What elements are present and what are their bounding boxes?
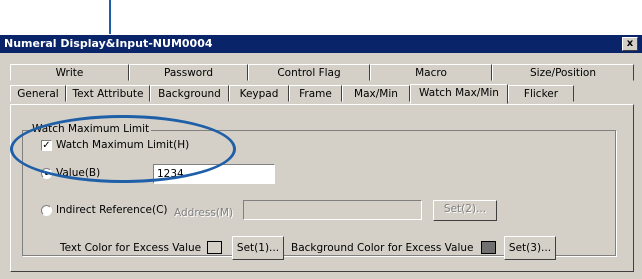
tab-max-min[interactable]: Max/Min bbox=[342, 85, 410, 102]
close-button[interactable]: x bbox=[622, 37, 638, 51]
tab-flicker[interactable]: Flicker bbox=[508, 85, 574, 102]
address-input[interactable] bbox=[243, 200, 422, 220]
tab-size-position[interactable]: Size/Position bbox=[492, 64, 634, 81]
tab-general[interactable]: General bbox=[10, 85, 66, 102]
set-background-color-button[interactable]: Set(3)... bbox=[504, 236, 556, 260]
group-title: Watch Maximum Limit bbox=[30, 123, 152, 135]
tab-watch-max-min[interactable]: Watch Max/Min bbox=[410, 84, 508, 104]
value-radio-label: Value(B) bbox=[56, 167, 101, 179]
tab-macro[interactable]: Macro bbox=[370, 64, 492, 81]
tab-background[interactable]: Background bbox=[150, 85, 229, 102]
title-bar[interactable]: Numeral Display&Input-NUM0004 x bbox=[0, 35, 642, 53]
value-input[interactable]: 1234 bbox=[153, 164, 275, 184]
tab-frame[interactable]: Frame bbox=[289, 85, 342, 102]
window-title: Numeral Display&Input-NUM0004 bbox=[4, 37, 213, 50]
address-label: Address(M) bbox=[174, 207, 234, 219]
watch-max-checkbox[interactable]: ✓ bbox=[41, 140, 52, 151]
indirect-reference-radio[interactable] bbox=[41, 205, 52, 216]
set-address-button[interactable]: Set(2)... bbox=[433, 200, 497, 221]
text-color-swatch bbox=[207, 241, 222, 254]
tab-keypad[interactable]: Keypad bbox=[229, 85, 289, 102]
watch-max-checkbox-label: Watch Maximum Limit(H) bbox=[56, 139, 190, 151]
tab-password[interactable]: Password bbox=[129, 64, 248, 81]
value-radio[interactable] bbox=[41, 168, 52, 179]
background-color-label: Background Color for Excess Value bbox=[291, 242, 474, 254]
tab-text-attribute[interactable]: Text Attribute bbox=[66, 85, 150, 102]
text-color-label: Text Color for Excess Value bbox=[60, 242, 202, 254]
set-text-color-button[interactable]: Set(1)... bbox=[232, 236, 284, 260]
tab-control-flag[interactable]: Control Flag bbox=[248, 64, 370, 81]
background-color-swatch bbox=[481, 241, 496, 254]
tab-write[interactable]: Write bbox=[10, 64, 129, 81]
indirect-reference-label: Indirect Reference(C) bbox=[56, 204, 168, 216]
